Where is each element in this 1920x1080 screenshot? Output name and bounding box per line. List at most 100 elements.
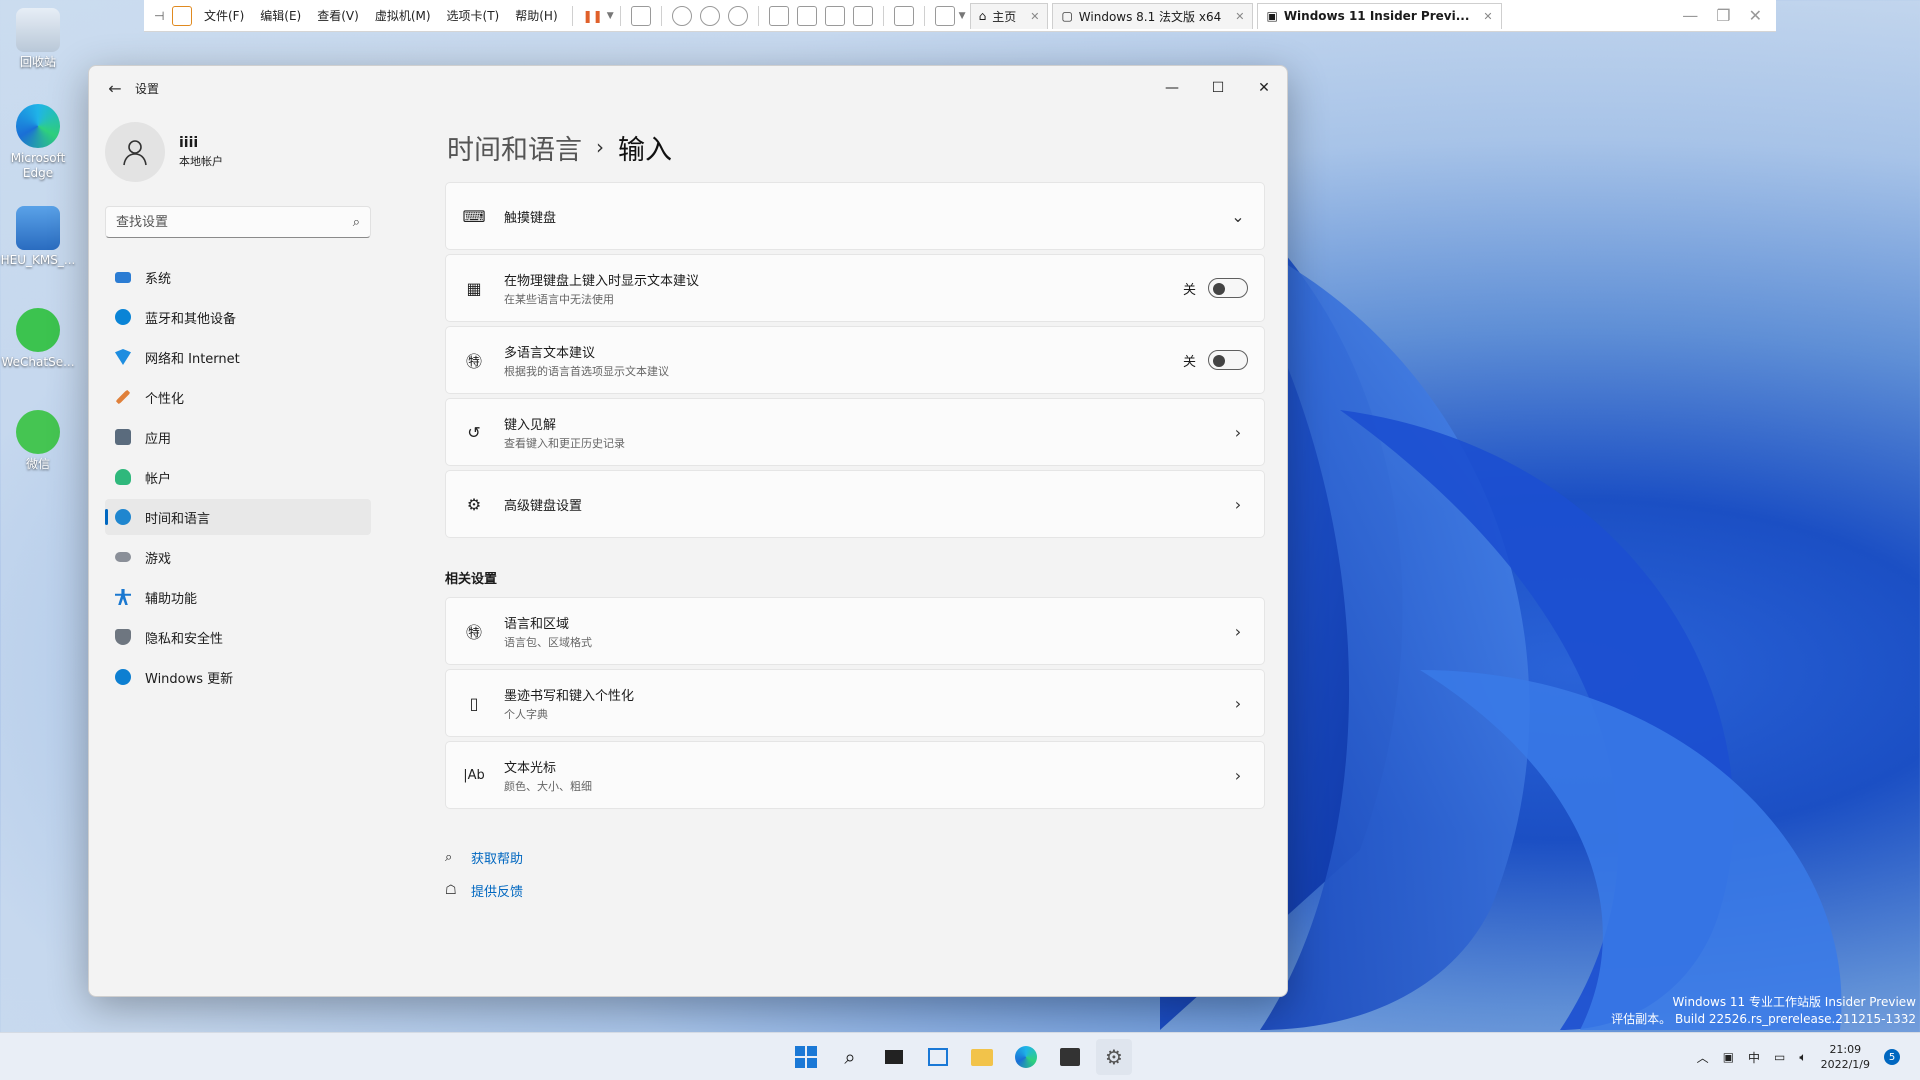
minimize-icon[interactable]: — xyxy=(1682,6,1698,25)
snapshot-manager-icon[interactable] xyxy=(727,5,748,26)
console-icon[interactable] xyxy=(893,5,914,26)
breadcrumb-parent[interactable]: 时间和语言 xyxy=(447,128,582,167)
fullscreen-icon[interactable] xyxy=(824,5,845,26)
setting-description: 颜色、大小、粗细 xyxy=(504,779,592,793)
start-button[interactable] xyxy=(788,1039,824,1075)
feedback-link[interactable]: ☖ 提供反馈 xyxy=(445,874,1265,907)
desktop-icon-wechat[interactable]: 微信 xyxy=(0,410,76,472)
wechat-icon xyxy=(16,410,60,454)
sidebar-toggle-icon[interactable] xyxy=(768,5,789,26)
sidebar-item-system[interactable]: 系统 xyxy=(105,259,371,295)
account-icon xyxy=(115,469,131,485)
sidebar-item-windows-update[interactable]: Windows 更新 xyxy=(105,659,371,695)
setting-advanced-keyboard[interactable]: ⚙ 高级键盘设置 › xyxy=(445,470,1265,538)
sidebar-item-accounts[interactable]: 帐户 xyxy=(105,459,371,495)
notification-badge[interactable]: 5 xyxy=(1884,1049,1900,1065)
setting-typing-insights[interactable]: ↺ 键入见解 查看键入和更正历史记录 › xyxy=(445,398,1265,466)
close-button[interactable]: ✕ xyxy=(1241,80,1287,96)
menu-vm[interactable]: 虚拟机(M) xyxy=(367,7,439,24)
setting-touch-keyboard[interactable]: ⌨ 触摸键盘 ⌄ xyxy=(445,182,1265,250)
sidebar-item-personalization[interactable]: 个性化 xyxy=(105,379,371,415)
sidebar-item-label: 时间和语言 xyxy=(145,511,211,527)
person-icon xyxy=(123,140,147,166)
restore-icon[interactable]: ❐ xyxy=(1716,6,1730,25)
sidebar-item-bluetooth[interactable]: 蓝牙和其他设备 xyxy=(105,299,371,335)
stretch-icon[interactable] xyxy=(934,5,955,26)
setting-text-cursor[interactable]: |Ab 文本光标 颜色、大小、粗细 › xyxy=(445,741,1265,809)
monitor-icon xyxy=(115,271,131,283)
toggle-switch[interactable] xyxy=(1208,350,1248,370)
windows-logo-icon xyxy=(795,1046,817,1068)
task-view-button[interactable] xyxy=(876,1039,912,1075)
file-explorer-button[interactable] xyxy=(964,1039,1000,1075)
chevron-down-icon[interactable]: ▼ xyxy=(959,11,966,21)
desktop-icon-edge[interactable]: Microsoft Edge xyxy=(0,104,76,181)
menu-help[interactable]: 帮助(H) xyxy=(507,7,565,24)
chevron-right-icon: › xyxy=(1234,422,1242,442)
vmware-tools-icon[interactable]: ▣ xyxy=(1723,1050,1734,1064)
tab-windows-11[interactable]: ▣ Windows 11 Insider Previ... ✕ xyxy=(1257,2,1502,29)
back-arrow-icon[interactable]: ← xyxy=(95,79,135,98)
volume-icon[interactable]: 🔈︎ xyxy=(1799,1050,1806,1065)
ime-indicator[interactable]: 中 xyxy=(1748,1049,1760,1066)
sidebar-item-gaming[interactable]: 游戏 xyxy=(105,539,371,575)
sidebar-item-time-language[interactable]: 时间和语言 xyxy=(105,499,371,535)
setting-title: 多语言文本建议 xyxy=(504,345,596,361)
close-icon[interactable]: ✕ xyxy=(1235,10,1244,23)
sidebar-item-privacy[interactable]: 隐私和安全性 xyxy=(105,619,371,655)
toggle-switch[interactable] xyxy=(1208,278,1248,298)
sidebar-item-network[interactable]: 网络和 Internet xyxy=(105,339,371,375)
setting-title: 键入见解 xyxy=(504,417,557,433)
sidebar-item-apps[interactable]: 应用 xyxy=(105,419,371,455)
search-input[interactable] xyxy=(116,214,353,230)
menu-view[interactable]: 查看(V) xyxy=(309,7,367,24)
setting-inking-typing[interactable]: ▯ 墨迹书写和键入个性化 个人字典 › xyxy=(445,669,1265,737)
chevron-up-icon[interactable]: ︿ xyxy=(1697,1049,1709,1066)
close-icon[interactable]: ✕ xyxy=(1483,10,1492,23)
vmware-logo-icon xyxy=(172,5,192,26)
chevron-down-icon[interactable]: ▼ xyxy=(607,11,614,21)
send-keys-icon[interactable] xyxy=(630,5,651,26)
unity-icon[interactable] xyxy=(852,5,873,26)
minimize-button[interactable]: — xyxy=(1149,80,1195,96)
desktop-icon-heu-kms[interactable]: HEU_KMS_... xyxy=(0,206,76,268)
desktop-icon-recycle-bin[interactable]: 回收站 xyxy=(0,8,76,70)
language-icon: ㊕ xyxy=(465,352,482,371)
tab-label: 主页 xyxy=(992,9,1017,24)
notebook-icon: ▯ xyxy=(469,693,479,713)
desktop-icon-wechat-setup[interactable]: WeChatSe... xyxy=(0,308,76,370)
widgets-button[interactable] xyxy=(920,1039,956,1075)
tab-home[interactable]: ⌂ 主页 ✕ xyxy=(969,2,1049,29)
menu-edit[interactable]: 编辑(E) xyxy=(252,7,309,24)
network-icon[interactable]: ▭ xyxy=(1774,1050,1785,1064)
chevron-right-icon: › xyxy=(1234,621,1242,641)
maximize-button[interactable]: ☐ xyxy=(1195,80,1241,96)
toolbar-separator xyxy=(923,5,925,26)
sidebar-item-accessibility[interactable]: 辅助功能 xyxy=(105,579,371,615)
search-button[interactable]: ⌕ xyxy=(832,1039,868,1075)
menu-tabs[interactable]: 选项卡(T) xyxy=(439,7,508,24)
get-help-link[interactable]: ⌕ 获取帮助 xyxy=(445,841,1265,874)
snapshot-icon[interactable] xyxy=(671,5,692,26)
settings-taskbar-button[interactable]: ⚙ xyxy=(1096,1039,1132,1075)
clock[interactable]: 21:09 2022/1/9 xyxy=(1821,1042,1870,1072)
thumbnail-bar-icon[interactable] xyxy=(796,5,817,26)
user-profile[interactable]: iiii 本地帐户 xyxy=(105,122,223,182)
avatar xyxy=(105,122,165,182)
tab-windows-8-1[interactable]: ▢ Windows 8.1 法文版 x64 ✕ xyxy=(1052,2,1254,29)
help-links: ⌕ 获取帮助 ☖ 提供反馈 xyxy=(445,841,1265,907)
search-icon[interactable]: ⌕ xyxy=(353,215,360,230)
chevron-down-icon[interactable]: ⌄ xyxy=(1228,207,1248,226)
edge-button[interactable] xyxy=(1008,1039,1044,1075)
setting-language-region[interactable]: ㊕ 语言和区域 语言包、区域格式 › xyxy=(445,597,1265,665)
store-button[interactable] xyxy=(1052,1039,1088,1075)
update-icon xyxy=(115,669,131,685)
menu-file[interactable]: 文件(F) xyxy=(196,7,252,24)
pin-icon[interactable]: ⊣ xyxy=(154,9,168,23)
revert-snapshot-icon[interactable] xyxy=(699,5,720,26)
clock-date: 2022/1/9 xyxy=(1820,1058,1870,1071)
close-icon[interactable]: ✕ xyxy=(1030,10,1039,23)
close-icon[interactable]: ✕ xyxy=(1749,6,1762,25)
main-content: 时间和语言 › 输入 ⌨ 触摸键盘 ⌄ ▦ 在物理键盘上键入时显示文本建议 在某… xyxy=(445,122,1265,907)
pause-icon[interactable]: ❚❚ xyxy=(583,9,603,23)
